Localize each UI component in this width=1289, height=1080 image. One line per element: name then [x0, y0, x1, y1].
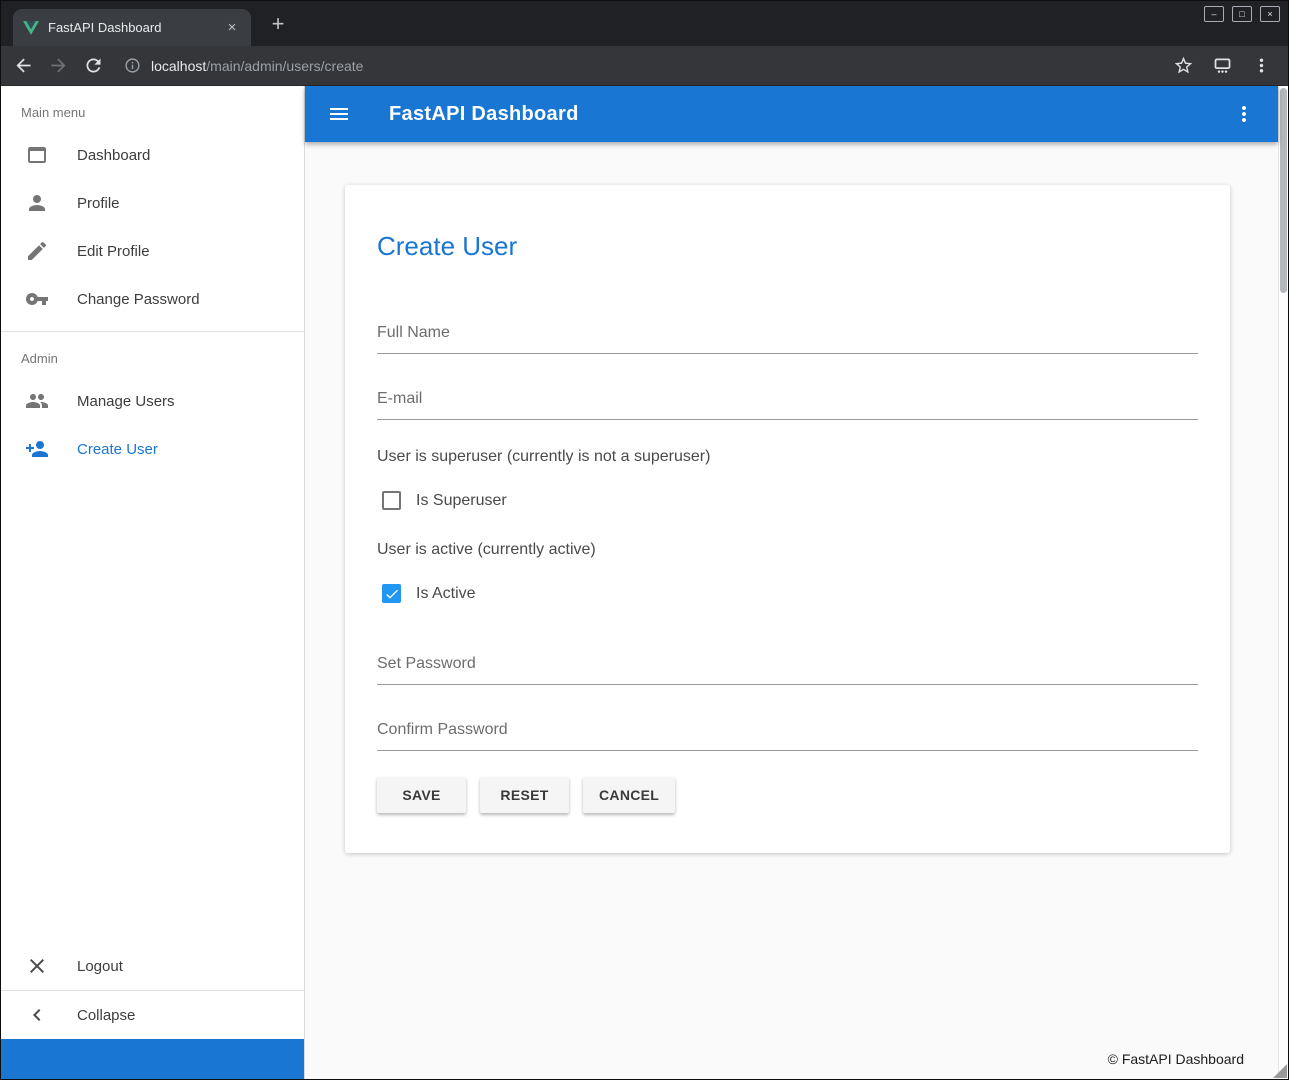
- superuser-hint: User is superuser (currently is not a su…: [377, 448, 1198, 466]
- page-scrollbar[interactable]: [1278, 86, 1288, 1079]
- browser-window: FastAPI Dashboard × + – □ × localhost/ma…: [0, 0, 1289, 1080]
- pencil-icon: [25, 239, 49, 263]
- page-info-icon[interactable]: [124, 57, 141, 74]
- sidebar-item-change-password[interactable]: Change Password: [1, 275, 304, 323]
- hamburger-menu-icon[interactable]: [327, 102, 351, 126]
- address-bar[interactable]: localhost/main/admin/users/create: [124, 57, 1159, 74]
- window-close-button[interactable]: ×: [1260, 6, 1280, 22]
- active-hint: User is active (currently active): [377, 541, 1198, 559]
- page-title: Create User: [377, 231, 1198, 262]
- confirm-password-field[interactable]: [377, 715, 1198, 751]
- page-area: Create User User is superuser (currently…: [305, 142, 1278, 1039]
- app-footer: © FastAPI Dashboard: [305, 1039, 1278, 1079]
- full-name-field[interactable]: [377, 318, 1198, 354]
- active-checkbox-row[interactable]: Is Active: [377, 584, 1198, 603]
- toolbar-menu-icon[interactable]: [1232, 102, 1256, 126]
- sidebar-footer-strip: [1, 1039, 304, 1079]
- app-toolbar: FastAPI Dashboard: [305, 86, 1278, 142]
- window-controls: – □ ×: [1204, 6, 1280, 22]
- app-title: FastAPI Dashboard: [389, 103, 579, 126]
- sidebar-spacer: [1, 473, 304, 942]
- sidebar-item-profile[interactable]: Profile: [1, 179, 304, 227]
- browser-titlebar: FastAPI Dashboard × + – □ ×: [1, 1, 1288, 46]
- scrollbar-thumb[interactable]: [1280, 88, 1287, 293]
- superuser-checkbox-label[interactable]: Is Superuser: [416, 492, 507, 510]
- person-icon: [25, 191, 49, 215]
- sidebar: Main menu Dashboard Profile Edit Profile…: [1, 86, 305, 1079]
- sidebar-item-label: Change Password: [77, 291, 200, 308]
- tab-close-icon[interactable]: ×: [223, 19, 241, 37]
- window-maximize-button[interactable]: □: [1232, 6, 1252, 22]
- chevron-left-icon: [25, 1003, 49, 1027]
- reset-button[interactable]: RESET: [480, 777, 569, 813]
- people-icon: [25, 389, 49, 413]
- web-asset-icon: [25, 143, 49, 167]
- extension-icon[interactable]: [1212, 55, 1233, 76]
- sidebar-item-label: Create User: [77, 441, 158, 458]
- navbar-actions: [1173, 55, 1276, 76]
- sidebar-item-label: Dashboard: [77, 147, 150, 164]
- main-content: FastAPI Dashboard Create User User is su…: [305, 86, 1278, 1079]
- save-button[interactable]: SAVE: [377, 777, 466, 813]
- browser-tab[interactable]: FastAPI Dashboard ×: [13, 9, 251, 46]
- sidebar-item-collapse[interactable]: Collapse: [1, 991, 304, 1039]
- vue-logo-icon: [23, 20, 39, 36]
- sidebar-item-dashboard[interactable]: Dashboard: [1, 131, 304, 179]
- sidebar-item-create-user[interactable]: Create User: [1, 425, 304, 473]
- new-tab-button[interactable]: +: [265, 11, 291, 37]
- sidebar-item-label: Manage Users: [77, 393, 175, 410]
- copyright-text: © FastAPI Dashboard: [1108, 1051, 1244, 1067]
- set-password-field[interactable]: [377, 649, 1198, 685]
- window-resize-grip[interactable]: [1273, 1064, 1287, 1078]
- tab-title: FastAPI Dashboard: [48, 20, 214, 35]
- reload-icon[interactable]: [83, 55, 104, 76]
- window-minimize-button[interactable]: –: [1204, 6, 1224, 22]
- forward-icon[interactable]: [48, 55, 69, 76]
- sidebar-item-label: Profile: [77, 195, 120, 212]
- key-icon: [25, 287, 49, 311]
- checkmark-icon: [384, 586, 400, 602]
- superuser-checkbox[interactable]: [382, 491, 401, 510]
- superuser-checkbox-row[interactable]: Is Superuser: [377, 491, 1198, 510]
- cancel-button[interactable]: CANCEL: [583, 777, 675, 813]
- sidebar-item-label: Edit Profile: [77, 243, 150, 260]
- active-checkbox-label[interactable]: Is Active: [416, 585, 476, 603]
- url-path: /main/admin/users/create: [206, 58, 363, 74]
- sidebar-item-logout[interactable]: Logout: [1, 942, 304, 990]
- bookmark-star-icon[interactable]: [1173, 55, 1194, 76]
- sidebar-section-main-menu: Main menu: [1, 86, 304, 131]
- close-x-icon: [25, 954, 49, 978]
- active-checkbox[interactable]: [382, 584, 401, 603]
- create-user-card: Create User User is superuser (currently…: [345, 185, 1230, 853]
- person-add-icon: [25, 437, 49, 461]
- email-field[interactable]: [377, 384, 1198, 420]
- app-body: Main menu Dashboard Profile Edit Profile…: [1, 86, 1288, 1079]
- url-text: localhost/main/admin/users/create: [151, 58, 363, 74]
- sidebar-section-admin: Admin: [1, 332, 304, 377]
- sidebar-item-label: Logout: [77, 958, 123, 975]
- back-icon[interactable]: [13, 55, 34, 76]
- browser-navbar: localhost/main/admin/users/create: [1, 46, 1288, 86]
- sidebar-item-manage-users[interactable]: Manage Users: [1, 377, 304, 425]
- sidebar-item-label: Collapse: [77, 1007, 135, 1024]
- browser-menu-icon[interactable]: [1251, 55, 1272, 76]
- sidebar-item-edit-profile[interactable]: Edit Profile: [1, 227, 304, 275]
- form-actions: SAVE RESET CANCEL: [377, 777, 1198, 813]
- url-host: localhost: [151, 58, 206, 74]
